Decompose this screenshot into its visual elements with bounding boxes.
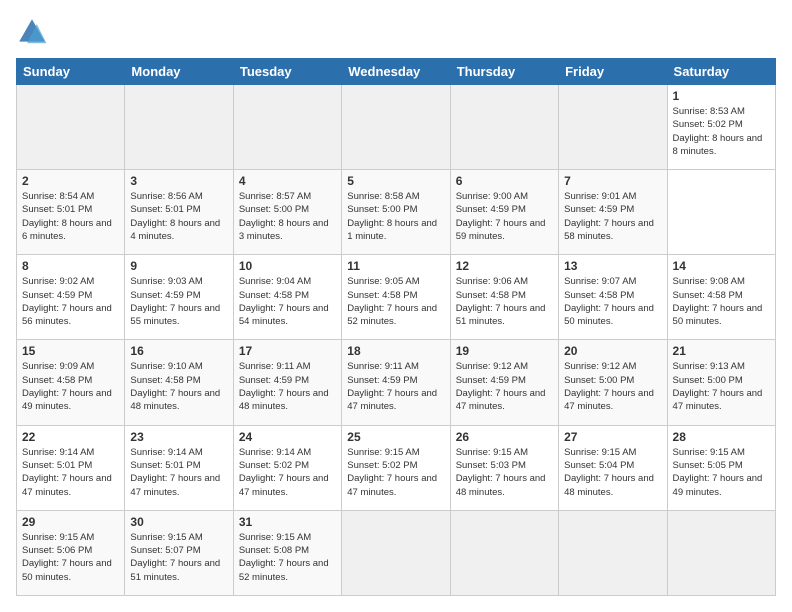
calendar-header: SundayMondayTuesdayWednesdayThursdayFrid… (17, 59, 776, 85)
empty-cell (342, 85, 450, 170)
header-cell-wednesday: Wednesday (342, 59, 450, 85)
calendar-header-row: SundayMondayTuesdayWednesdayThursdayFrid… (17, 59, 776, 85)
empty-cell (342, 510, 450, 595)
week-row-5: 29Sunrise: 9:15 AMSunset: 5:06 PMDayligh… (17, 510, 776, 595)
empty-cell (450, 85, 558, 170)
day-cell-22: 22Sunrise: 9:14 AMSunset: 5:01 PMDayligh… (17, 425, 125, 510)
empty-cell (17, 85, 125, 170)
day-cell-4: 4Sunrise: 8:57 AMSunset: 5:00 PMDaylight… (233, 170, 341, 255)
day-cell-12: 12Sunrise: 9:06 AMSunset: 4:58 PMDayligh… (450, 255, 558, 340)
header-cell-saturday: Saturday (667, 59, 775, 85)
day-cell-23: 23Sunrise: 9:14 AMSunset: 5:01 PMDayligh… (125, 425, 233, 510)
day-cell-27: 27Sunrise: 9:15 AMSunset: 5:04 PMDayligh… (559, 425, 667, 510)
calendar-body: 1Sunrise: 8:53 AMSunset: 5:02 PMDaylight… (17, 85, 776, 596)
day-cell-31: 31Sunrise: 9:15 AMSunset: 5:08 PMDayligh… (233, 510, 341, 595)
day-cell-25: 25Sunrise: 9:15 AMSunset: 5:02 PMDayligh… (342, 425, 450, 510)
header-cell-thursday: Thursday (450, 59, 558, 85)
day-cell-10: 10Sunrise: 9:04 AMSunset: 4:58 PMDayligh… (233, 255, 341, 340)
day-cell-20: 20Sunrise: 9:12 AMSunset: 5:00 PMDayligh… (559, 340, 667, 425)
week-row-0: 1Sunrise: 8:53 AMSunset: 5:02 PMDaylight… (17, 85, 776, 170)
day-cell-3: 3Sunrise: 8:56 AMSunset: 5:01 PMDaylight… (125, 170, 233, 255)
week-row-3: 15Sunrise: 9:09 AMSunset: 4:58 PMDayligh… (17, 340, 776, 425)
day-cell-2: 2Sunrise: 8:54 AMSunset: 5:01 PMDaylight… (17, 170, 125, 255)
logo-icon (16, 16, 48, 48)
empty-cell (233, 85, 341, 170)
day-cell-28: 28Sunrise: 9:15 AMSunset: 5:05 PMDayligh… (667, 425, 775, 510)
day-cell-21: 21Sunrise: 9:13 AMSunset: 5:00 PMDayligh… (667, 340, 775, 425)
day-cell-5: 5Sunrise: 8:58 AMSunset: 5:00 PMDaylight… (342, 170, 450, 255)
day-cell-18: 18Sunrise: 9:11 AMSunset: 4:59 PMDayligh… (342, 340, 450, 425)
day-cell-1: 1Sunrise: 8:53 AMSunset: 5:02 PMDaylight… (667, 85, 775, 170)
logo (16, 16, 52, 48)
day-cell-9: 9Sunrise: 9:03 AMSunset: 4:59 PMDaylight… (125, 255, 233, 340)
day-cell-16: 16Sunrise: 9:10 AMSunset: 4:58 PMDayligh… (125, 340, 233, 425)
empty-cell (450, 510, 558, 595)
header-cell-friday: Friday (559, 59, 667, 85)
day-cell-8: 8Sunrise: 9:02 AMSunset: 4:59 PMDaylight… (17, 255, 125, 340)
calendar-table: SundayMondayTuesdayWednesdayThursdayFrid… (16, 58, 776, 596)
header-cell-monday: Monday (125, 59, 233, 85)
week-row-2: 8Sunrise: 9:02 AMSunset: 4:59 PMDaylight… (17, 255, 776, 340)
day-cell-29: 29Sunrise: 9:15 AMSunset: 5:06 PMDayligh… (17, 510, 125, 595)
header-cell-tuesday: Tuesday (233, 59, 341, 85)
empty-cell (559, 85, 667, 170)
day-cell-17: 17Sunrise: 9:11 AMSunset: 4:59 PMDayligh… (233, 340, 341, 425)
empty-cell (125, 85, 233, 170)
day-cell-7: 7Sunrise: 9:01 AMSunset: 4:59 PMDaylight… (559, 170, 667, 255)
day-cell-30: 30Sunrise: 9:15 AMSunset: 5:07 PMDayligh… (125, 510, 233, 595)
day-cell-6: 6Sunrise: 9:00 AMSunset: 4:59 PMDaylight… (450, 170, 558, 255)
day-cell-15: 15Sunrise: 9:09 AMSunset: 4:58 PMDayligh… (17, 340, 125, 425)
day-cell-11: 11Sunrise: 9:05 AMSunset: 4:58 PMDayligh… (342, 255, 450, 340)
week-row-4: 22Sunrise: 9:14 AMSunset: 5:01 PMDayligh… (17, 425, 776, 510)
page: SundayMondayTuesdayWednesdayThursdayFrid… (0, 0, 792, 612)
day-cell-26: 26Sunrise: 9:15 AMSunset: 5:03 PMDayligh… (450, 425, 558, 510)
header-cell-sunday: Sunday (17, 59, 125, 85)
empty-cell (667, 510, 775, 595)
day-cell-14: 14Sunrise: 9:08 AMSunset: 4:58 PMDayligh… (667, 255, 775, 340)
day-cell-24: 24Sunrise: 9:14 AMSunset: 5:02 PMDayligh… (233, 425, 341, 510)
header (16, 16, 776, 48)
empty-cell (559, 510, 667, 595)
day-cell-19: 19Sunrise: 9:12 AMSunset: 4:59 PMDayligh… (450, 340, 558, 425)
week-row-1: 2Sunrise: 8:54 AMSunset: 5:01 PMDaylight… (17, 170, 776, 255)
day-cell-13: 13Sunrise: 9:07 AMSunset: 4:58 PMDayligh… (559, 255, 667, 340)
